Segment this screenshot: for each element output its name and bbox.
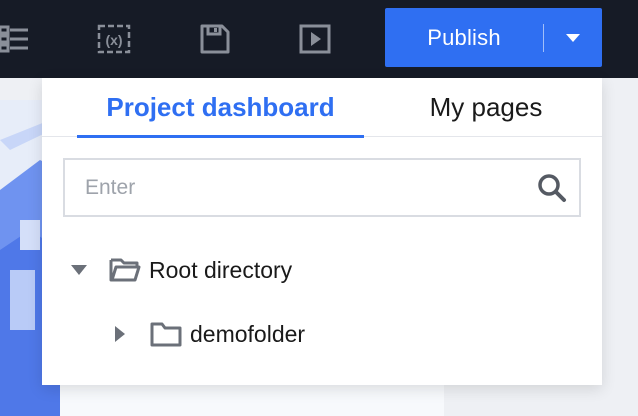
publish-dropdown-panel: Project dashboard My pages Root director…: [42, 78, 602, 385]
tree-item-demofolder[interactable]: demofolder: [110, 314, 305, 354]
search-box: [63, 158, 581, 217]
dropdown-tabs: Project dashboard My pages: [42, 78, 602, 138]
save-icon[interactable]: [198, 22, 232, 56]
caret-collapsed-icon[interactable]: [110, 326, 130, 342]
publish-label: Publish: [427, 24, 501, 50]
variables-icon-glyph: (x): [105, 32, 122, 48]
search-icon[interactable]: [525, 160, 579, 215]
variables-icon[interactable]: (x): [97, 22, 131, 56]
tree-item-label: demofolder: [190, 320, 306, 347]
search-input[interactable]: [65, 160, 525, 215]
publish-button[interactable]: Publish: [385, 8, 602, 67]
folder-open-icon: [109, 257, 141, 283]
preview-icon[interactable]: [298, 22, 332, 56]
folder-icon: [150, 321, 182, 347]
tree-item-label: Root directory: [149, 256, 293, 283]
top-toolbar: (x) Publish: [0, 0, 638, 78]
settings-sliders-icon[interactable]: [0, 22, 32, 56]
tab-project-dashboard[interactable]: Project dashboard: [77, 78, 364, 138]
caret-expanded-icon[interactable]: [69, 265, 89, 275]
tree-item-root[interactable]: Root directory: [69, 250, 292, 290]
caret-down-icon[interactable]: [544, 33, 602, 43]
tab-my-pages[interactable]: My pages: [402, 78, 570, 137]
